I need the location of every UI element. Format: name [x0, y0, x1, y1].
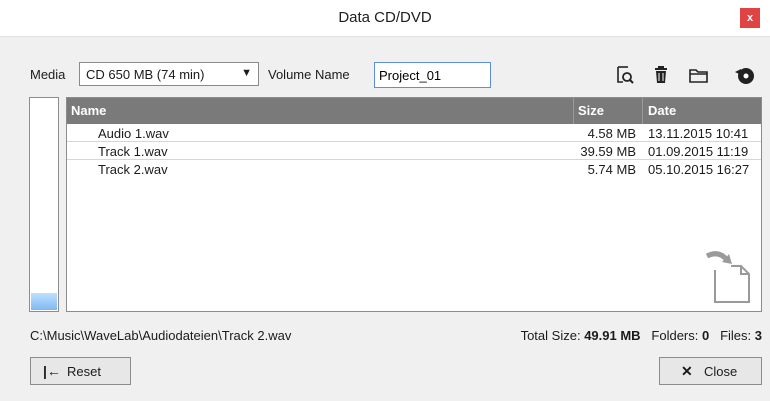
media-select-value: CD 650 MB (74 min) — [86, 67, 205, 82]
file-list[interactable]: Name Size Date Audio 1.wav 4.58 MB 13.11… — [66, 97, 762, 312]
dropdown-arrow-icon: ▼ — [241, 67, 252, 79]
media-select[interactable]: CD 650 MB (74 min) ▼ — [79, 62, 259, 86]
close-button[interactable]: ✕ Close — [659, 357, 762, 385]
folders-value: 0 — [702, 328, 710, 343]
column-divider — [642, 98, 643, 124]
search-file-icon[interactable] — [613, 63, 637, 87]
reset-button[interactable]: |← Reset — [30, 357, 131, 385]
file-name: Track 2.wav — [98, 162, 168, 177]
files-value: 3 — [754, 328, 762, 343]
column-header-name[interactable]: Name — [71, 103, 106, 118]
toolbar: Media CD 650 MB (74 min) ▼ Volume Name — [0, 62, 770, 90]
drop-file-icon — [705, 251, 750, 303]
files-label: Files: — [720, 328, 752, 343]
disc-usage-meter — [29, 97, 59, 312]
file-date: 05.10.2015 16:27 — [648, 162, 750, 177]
trash-icon[interactable] — [650, 63, 674, 87]
reset-icon: |← — [43, 363, 61, 379]
column-header-size[interactable]: Size — [578, 103, 604, 118]
window-title: Data CD/DVD — [338, 9, 432, 26]
close-button-label: Close — [704, 364, 738, 379]
folders-label: Folders: — [651, 328, 699, 343]
file-size: 39.59 MB — [580, 144, 636, 159]
reset-button-label: Reset — [67, 364, 101, 379]
close-icon: ✕ — [681, 363, 693, 379]
total-size-label: Total Size: — [520, 328, 581, 343]
total-size-value: 49.91 MB — [584, 328, 641, 343]
media-label: Media — [30, 67, 66, 82]
row-divider — [67, 141, 761, 142]
file-size: 5.74 MB — [587, 162, 636, 177]
file-row[interactable]: Track 2.wav 5.74 MB 05.10.2015 16:27 — [67, 161, 761, 178]
window-close-button[interactable]: x — [740, 8, 760, 28]
column-header-date[interactable]: Date — [648, 103, 676, 118]
volume-name-input[interactable] — [374, 62, 491, 88]
folder-icon[interactable] — [687, 63, 711, 87]
file-row[interactable]: Audio 1.wav 4.58 MB 13.11.2015 10:41 — [67, 125, 761, 142]
file-name: Audio 1.wav — [98, 126, 169, 141]
file-row[interactable]: Track 1.wav 39.59 MB 01.09.2015 11:19 — [67, 143, 761, 160]
volume-name-label: Volume Name — [268, 67, 350, 82]
file-date: 01.09.2015 11:19 — [648, 144, 749, 159]
file-date: 13.11.2015 10:41 — [648, 126, 749, 141]
title-bar: Data CD/DVD x — [0, 0, 770, 37]
file-size: 4.58 MB — [587, 126, 636, 141]
column-divider — [573, 98, 574, 124]
row-divider — [67, 159, 761, 160]
disc-usage-fill — [31, 292, 57, 310]
file-list-header: Name Size Date — [67, 98, 761, 124]
disc-stats: Total Size: 49.91 MB Folders: 0 Files: 3 — [521, 328, 762, 343]
burn-disc-icon[interactable] — [733, 63, 757, 87]
current-file-path: C:\Music\WaveLab\Audiodateien\Track 2.wa… — [30, 328, 292, 343]
file-name: Track 1.wav — [98, 144, 168, 159]
